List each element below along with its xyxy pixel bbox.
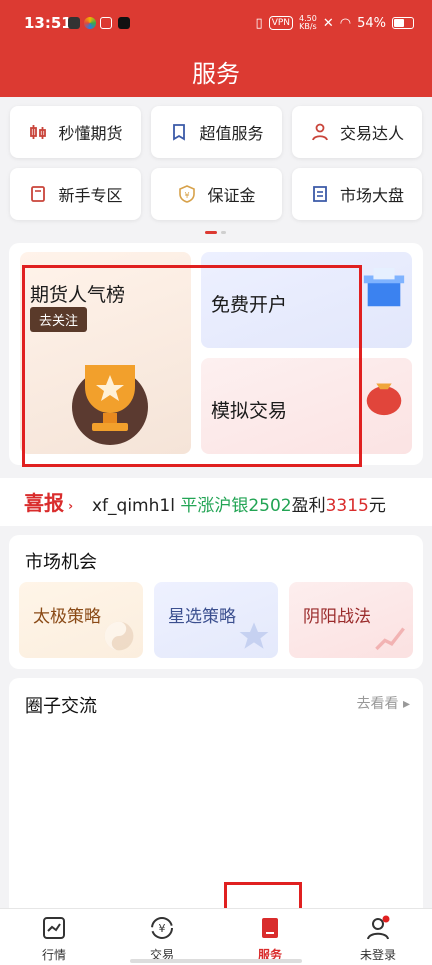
tab-label: 未登录 <box>359 948 396 962</box>
chart-icon <box>43 917 65 939</box>
see-more-link[interactable]: 去看看 ▸ <box>357 693 410 713</box>
follow-button[interactable]: 去关注 <box>30 307 88 332</box>
shortcut-futures-basics[interactable]: 秒懂期货 <box>10 106 141 158</box>
tab-market[interactable]: 行情 <box>0 909 108 965</box>
vibrate-icon: ▯ <box>255 15 263 31</box>
money-bag-icon <box>366 383 402 416</box>
ticker-profit-label: 盈利 <box>291 496 326 516</box>
status-bar: 13:51 ▯ VPN 4.50 KB/s ✕ ◠ 54% <box>0 0 432 52</box>
status-right: ▯ VPN 4.50 KB/s ✕ ◠ 54% <box>256 15 414 31</box>
shortcut-margin[interactable]: ¥ 保证金 <box>151 168 282 220</box>
vpn-badge: VPN <box>268 16 294 30</box>
star-strategy-card[interactable]: 星选策略 <box>154 582 278 658</box>
service-book-icon <box>262 918 278 938</box>
ticker-unit: 元 <box>368 496 386 516</box>
shortcut-top-traders[interactable]: 交易达人 <box>292 106 422 158</box>
tiktok-icon <box>118 17 130 29</box>
yen-exchange-icon: ¥ <box>151 917 173 939</box>
wifi-icon: ◠ <box>339 15 352 31</box>
bottom-navigation: 行情 ¥ 交易 服务 未登录 <box>0 908 432 965</box>
page-indicator <box>205 231 226 234</box>
open-account-label: 免费开户 <box>211 294 288 316</box>
card-label: 太极策略 <box>33 607 101 627</box>
simulated-trading-card[interactable]: 模拟交易 <box>201 358 412 454</box>
yen-shield-icon: ¥ <box>179 185 196 203</box>
speed-unit: KB/s <box>299 22 317 31</box>
ranking-title: 期货人气榜 <box>30 284 126 306</box>
app-notification-icon <box>100 17 112 29</box>
shortcut-label: 市场大盘 <box>339 186 404 205</box>
home-indicator <box>130 959 302 963</box>
gift-box-icon <box>363 267 405 307</box>
sim-off-icon: ✕ <box>322 15 334 31</box>
battery-icon <box>392 17 414 29</box>
svg-text:¥: ¥ <box>185 191 190 200</box>
battery-percent: 54% <box>357 15 386 31</box>
bookmark-icon <box>173 124 186 141</box>
svg-text:¥: ¥ <box>159 922 166 935</box>
ticker-user: xf_qimh1l <box>92 496 175 516</box>
dot-active <box>205 231 217 234</box>
trophy-icon <box>72 365 148 445</box>
shortcut-label: 保证金 <box>207 186 256 205</box>
see-more-label: 去看看 <box>356 696 399 712</box>
shortcut-newbie-zone[interactable]: 新手专区 <box>10 168 141 220</box>
shortcut-market-overview[interactable]: 市场大盘 <box>292 168 422 220</box>
trend-up-icon <box>375 627 405 651</box>
page-title: 服务 <box>192 60 240 88</box>
popularity-ranking-card[interactable]: 期货人气榜 去关注 <box>20 252 191 454</box>
tab-trade[interactable]: ¥ 交易 <box>108 909 216 965</box>
candlestick-icon <box>30 125 47 139</box>
simulated-trading-label: 模拟交易 <box>211 400 288 422</box>
ticker-profit-value: 3315 <box>325 496 369 516</box>
tab-service[interactable]: 服务 <box>216 909 324 965</box>
shortcut-label: 超值服务 <box>199 124 264 143</box>
shortcut-label: 秒懂期货 <box>58 124 123 143</box>
card-label: 阴阳战法 <box>303 607 371 627</box>
star-icon <box>239 622 269 649</box>
circle-title: 圈子交流 <box>25 696 97 717</box>
market-title: 市场机会 <box>25 552 97 573</box>
shortcut-label: 交易达人 <box>339 124 404 143</box>
tab-label: 行情 <box>41 948 66 962</box>
shortcut-label: 新手专区 <box>58 186 123 205</box>
book-icon <box>31 186 46 202</box>
document-icon <box>313 186 327 202</box>
shortcut-value-service[interactable]: 超值服务 <box>151 106 282 158</box>
network-speed: 4.50 KB/s <box>299 15 317 31</box>
good-news-tag: 喜报 › <box>24 491 74 515</box>
card-label: 星选策略 <box>168 607 236 627</box>
person-icon <box>312 123 328 141</box>
yinyang-tactics-card[interactable]: 阴阳战法 <box>289 582 413 658</box>
status-time: 13:51 <box>24 14 72 32</box>
open-account-card[interactable]: 免费开户 <box>201 252 412 348</box>
tag-text: 喜报 <box>24 491 64 515</box>
tab-login[interactable]: 未登录 <box>324 909 432 965</box>
dot <box>221 231 226 234</box>
app-notification-icon <box>84 17 96 29</box>
good-news-ticker[interactable]: 喜报 › xf_qimh1l 平涨沪银2502盈利3315元 <box>0 478 432 526</box>
app-notification-icon <box>68 17 80 29</box>
taiji-strategy-card[interactable]: 太极策略 <box>19 582 143 658</box>
ticker-action: 平涨沪银2502 <box>180 496 292 516</box>
yin-yang-icon <box>104 621 134 651</box>
ticker-line: xf_qimh1l 平涨沪银2502盈利3315元 <box>92 491 386 516</box>
user-icon <box>367 915 390 940</box>
